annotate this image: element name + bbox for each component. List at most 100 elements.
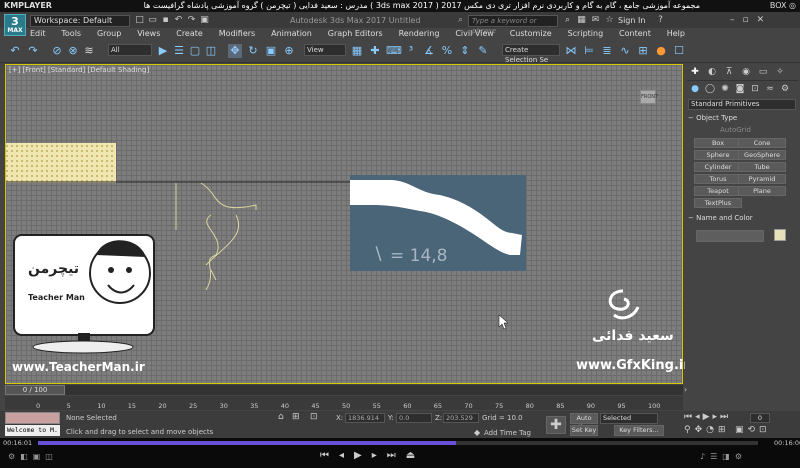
material-editor-icon[interactable]: ● xyxy=(654,44,668,58)
menu-tools[interactable]: Tools xyxy=(61,28,81,40)
maxscript-listener[interactable] xyxy=(5,412,60,424)
percent-snap-icon[interactable]: % xyxy=(440,44,454,58)
edit-named-selection-icon[interactable]: ✎ xyxy=(476,44,490,58)
player-right-controls[interactable]: ♪☰◨⚙ xyxy=(700,452,747,461)
spinner-snap-icon[interactable]: ⇕ xyxy=(458,44,472,58)
selection-lock-icon[interactable]: ⊞ xyxy=(292,412,300,422)
viewcube[interactable]: FRONT xyxy=(640,90,658,104)
window-controls[interactable]: –▫✕ xyxy=(730,14,772,26)
menu-content[interactable]: Content xyxy=(619,28,651,40)
redo-icon[interactable]: ↷ xyxy=(186,15,197,26)
display-tab-icon[interactable]: ▭ xyxy=(756,66,770,78)
systems-icon[interactable]: ⚙ xyxy=(778,83,792,95)
geosphere-button[interactable]: GeoSphere xyxy=(738,150,786,160)
menu-scripting[interactable]: Scripting xyxy=(568,28,604,40)
modify-tab-icon[interactable]: ◐ xyxy=(705,66,719,78)
max-app-button[interactable]: 3 MAX xyxy=(4,14,26,36)
x-coordinate-field[interactable]: 1836.914 xyxy=(345,413,385,423)
textplus-button[interactable]: TextPlus xyxy=(694,198,742,208)
menu-views[interactable]: Views xyxy=(137,28,160,40)
shapes-icon[interactable]: ◯ xyxy=(703,83,717,95)
selection-filter-dropdown[interactable]: All xyxy=(108,44,152,56)
schematic-view-icon[interactable]: ⊞ xyxy=(636,44,650,58)
player-window-controls[interactable]: BOX ◎ xyxy=(770,0,796,12)
auto-key-button[interactable]: Auto Key xyxy=(570,413,598,431)
next-frame-icon[interactable]: › xyxy=(684,385,687,394)
tube-button[interactable]: Tube xyxy=(738,162,786,172)
pyramid-button[interactable]: Pyramid xyxy=(738,174,786,184)
align-icon[interactable]: ⊨ xyxy=(582,44,596,58)
y-coordinate-field[interactable]: 0.0 xyxy=(396,413,432,423)
render-setup-icon[interactable]: ☐ xyxy=(672,44,686,58)
keyboard-shortcut-icon[interactable]: ⌨ xyxy=(386,44,402,58)
redo-icon[interactable]: ↷ xyxy=(26,44,40,58)
angle-snap-icon[interactable]: ∡ xyxy=(422,44,436,58)
move-icon[interactable]: ✥ xyxy=(228,44,242,58)
communication-icon[interactable]: ✉ xyxy=(590,15,601,26)
player-left-controls[interactable]: ⚙◧▣◫ xyxy=(8,452,58,461)
select-object-icon[interactable]: ▶ xyxy=(156,44,170,58)
snap-toggle-icon[interactable]: ³ xyxy=(404,44,418,58)
menu-customize[interactable]: Customize xyxy=(510,28,552,40)
unlink-icon[interactable]: ⊗ xyxy=(66,44,80,58)
lights-icon[interactable]: ✺ xyxy=(718,83,732,95)
select-by-name-icon[interactable]: ☰ xyxy=(172,44,186,58)
bind-space-warp-icon[interactable]: ≋ xyxy=(82,44,96,58)
key-filters-button[interactable]: Key Filters... xyxy=(614,425,664,436)
project-folder-icon[interactable]: ▣ xyxy=(199,15,210,26)
undo-icon[interactable]: ↶ xyxy=(173,15,184,26)
time-slider-track[interactable] xyxy=(5,385,683,395)
scale-icon[interactable]: ▣ xyxy=(264,44,278,58)
menu-help[interactable]: Help xyxy=(667,28,685,40)
sign-in-button[interactable]: Sign In xyxy=(618,15,645,27)
playback-controls[interactable]: ⏮◂▶▸⏭ xyxy=(684,412,731,422)
cameras-icon[interactable]: ◙ xyxy=(733,83,747,95)
save-file-icon[interactable]: ▪ xyxy=(160,15,171,26)
layer-explorer-icon[interactable]: ≣ xyxy=(600,44,614,58)
box-button[interactable]: Box xyxy=(694,138,742,148)
current-frame-field[interactable]: 0 xyxy=(750,413,770,423)
mirror-icon[interactable]: ⋈ xyxy=(564,44,578,58)
menu-create[interactable]: Create xyxy=(176,28,203,40)
name-color-header[interactable]: − Name and Color xyxy=(688,214,753,222)
primitive-category-dropdown[interactable]: Standard Primitives xyxy=(688,99,796,110)
teapot-button[interactable]: Teapot xyxy=(694,186,742,196)
new-file-icon[interactable]: □ xyxy=(134,15,145,26)
binoculars-icon[interactable]: ⌕ xyxy=(455,15,466,26)
utilities-tab-icon[interactable]: ✧ xyxy=(773,66,787,78)
open-file-icon[interactable]: ▭ xyxy=(147,15,158,26)
menu-edit[interactable]: Edit xyxy=(30,28,46,40)
helpers-icon[interactable]: ⊡ xyxy=(748,83,762,95)
cylinder-button[interactable]: Cylinder xyxy=(694,162,742,172)
reference-coordinate-dropdown[interactable]: View xyxy=(304,44,346,56)
subscription-icon[interactable]: ▦ xyxy=(576,15,587,26)
select-manipulate-icon[interactable]: ✚ xyxy=(368,44,382,58)
spacewarps-icon[interactable]: ≈ xyxy=(763,83,777,95)
set-key-button[interactable]: Set Key xyxy=(570,425,598,436)
viewport-label[interactable]: [+] [Front] [Standard] [Default Shading] xyxy=(9,66,149,74)
rect-selection-icon[interactable]: ▢ xyxy=(188,44,202,58)
menu-rendering[interactable]: Rendering xyxy=(399,28,440,40)
create-tab-icon[interactable]: ✚ xyxy=(688,66,702,78)
z-coordinate-field[interactable]: 203.529 xyxy=(443,413,479,423)
object-color-swatch[interactable] xyxy=(774,229,786,241)
window-crossing-icon[interactable]: ◫ xyxy=(204,44,218,58)
geometry-icon[interactable]: ● xyxy=(688,83,702,95)
favorites-icon[interactable]: ☆ xyxy=(604,15,615,26)
menu-modifiers[interactable]: Modifiers xyxy=(219,28,256,40)
help-icon[interactable]: ? xyxy=(655,15,666,26)
motion-tab-icon[interactable]: ◉ xyxy=(739,66,753,78)
viewport-nav-icons-2[interactable]: ▣⟲⊡ xyxy=(735,425,771,435)
link-icon[interactable]: ⊘ xyxy=(50,44,64,58)
key-set-dropdown[interactable]: Selected xyxy=(600,413,658,424)
torus-button[interactable]: Torus xyxy=(694,174,742,184)
autogrid-checkbox[interactable]: AutoGrid xyxy=(720,126,751,134)
menu-animation[interactable]: Animation xyxy=(271,28,312,40)
plane-button[interactable]: Plane xyxy=(738,186,786,196)
curve-editor-icon[interactable]: ∿ xyxy=(618,44,632,58)
isolate-icon[interactable]: ⌂ xyxy=(278,412,284,422)
viewport-nav-icons[interactable]: ⚲✥◔⊞ xyxy=(684,425,730,435)
absolute-mode-icon[interactable]: ⊡ xyxy=(310,412,318,422)
cone-button[interactable]: Cone xyxy=(738,138,786,148)
time-tag-icon[interactable]: ◆ xyxy=(474,428,480,437)
